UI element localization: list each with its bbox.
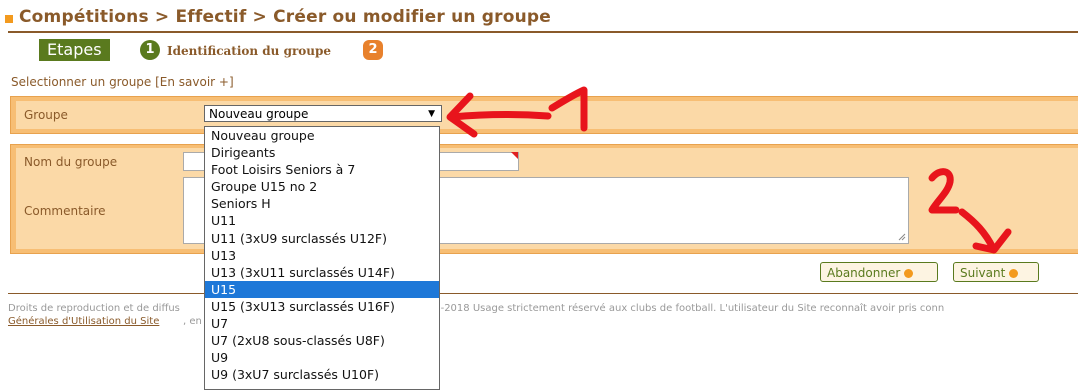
dropdown-option[interactable]: U15 (3xU13 surclassés U16F) [205,298,439,315]
select-group-help-link[interactable]: Selectionner un groupe [En savoir +] [11,75,234,89]
group-select[interactable]: Nouveau groupe ▼ [204,105,442,122]
dropdown-option-selected[interactable]: U15 [205,280,439,298]
dropdown-option[interactable]: Groupe U15 no 2 [205,178,439,195]
group-panel-row [16,101,1078,129]
steps-label: Etapes [39,39,110,61]
orange-dot-icon [904,269,914,278]
dropdown-option[interactable]: Seniors H [205,195,439,212]
dropdown-option[interactable]: U7 (2xU8 sous-classés U8F) [205,332,439,349]
footer-text-right: otball 1997-2018 Usage strictement réser… [383,303,945,314]
title-bullet-icon [5,15,13,23]
dropdown-option[interactable]: U11 [205,212,439,229]
group-label: Groupe [24,108,68,122]
dropdown-option[interactable]: U9 [205,349,439,366]
dropdown-option[interactable]: U13 (3xU11 surclassés U14F) [205,264,439,281]
terms-of-use-link[interactable]: Générales d'Utilisation du Site [8,316,159,327]
title-divider [8,31,1078,33]
group-dropdown-list[interactable]: Nouveau groupe Dirigeants Foot Loisirs Sen… [204,126,440,390]
step-1-title: Identification du groupe [167,44,332,58]
next-button[interactable]: Suivant [953,262,1039,282]
next-button-label: Suivant [960,266,1006,280]
dropdown-option[interactable]: U9 (3xU7 surclassés U10F) [205,366,439,383]
dropdown-option[interactable]: U11 (3xU9 surclassés U12F) [205,230,439,247]
resize-grip-icon[interactable] [896,231,906,241]
orange-dot-icon [1009,269,1019,278]
page-title: Compétitions > Effectif > Créer ou modif… [19,7,552,27]
footer-text: Droits de reproduction et de diffus otbal… [8,302,1078,316]
footer-link-suffix: , en [183,316,202,327]
step-2-badge[interactable]: 2 [363,40,383,60]
abandon-button[interactable]: Abandonner [820,262,938,282]
dropdown-option[interactable]: U13 [205,247,439,264]
group-select-value: Nouveau groupe [209,107,309,121]
step-1-badge: 1 [140,40,160,60]
dropdown-arrow-icon: ▼ [428,109,435,119]
required-marker-icon [511,152,518,159]
dropdown-option[interactable]: Nouveau groupe [205,127,439,144]
comment-label: Commentaire [24,204,106,218]
dropdown-option[interactable]: U7 [205,315,439,332]
group-name-label: Nom du groupe [24,155,118,169]
dropdown-option[interactable]: Foot Loisirs Seniors à 7 [205,161,439,178]
footer-text-left: Droits de reproduction et de diffus [8,303,180,314]
footer-divider [8,293,1078,294]
dropdown-option[interactable]: Dirigeants [205,144,439,161]
abandon-button-label: Abandonner [827,266,901,280]
